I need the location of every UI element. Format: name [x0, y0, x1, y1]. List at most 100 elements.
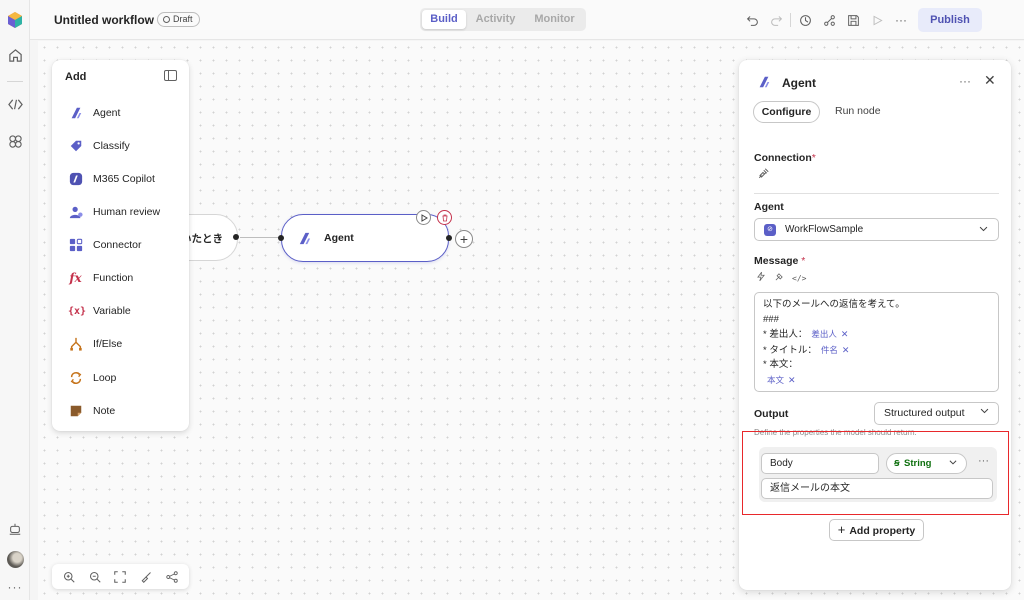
message-line-text: 以下のメールへの返信を考えて。	[763, 299, 905, 310]
zoom-out-icon[interactable]	[87, 569, 103, 585]
code-flow-icon[interactable]	[6, 95, 24, 113]
share-icon[interactable]	[817, 11, 841, 29]
function-icon: fx	[69, 271, 82, 285]
agent-input-port[interactable]	[278, 235, 284, 241]
highlight-box	[742, 431, 1009, 515]
variable-token[interactable]: 本文	[767, 375, 784, 385]
add-item-label: Classify	[93, 140, 130, 152]
add-item-note[interactable]: Note	[68, 401, 115, 421]
add-item-label: Human review	[93, 206, 161, 218]
message-line-text: ###	[763, 313, 779, 325]
save-icon[interactable]	[841, 11, 865, 29]
redo-icon[interactable]	[764, 11, 788, 29]
variable-icon: {x}	[67, 305, 87, 317]
more-icon[interactable]: ···	[6, 578, 24, 596]
zoom-in-icon[interactable]	[61, 569, 77, 585]
agent-icon	[299, 232, 311, 245]
plus-icon: +	[837, 522, 846, 537]
tab-monitor[interactable]: Monitor	[525, 10, 584, 29]
code-icon[interactable]: </>	[792, 274, 806, 283]
add-item-label: Loop	[93, 372, 117, 384]
message-label-text: Message	[754, 255, 799, 267]
close-icon[interactable]: ✕	[984, 72, 996, 89]
add-item-loop[interactable]: Loop	[68, 368, 116, 388]
agent-icon	[759, 76, 770, 88]
tab-build[interactable]: Build	[422, 10, 466, 29]
status-badge: Draft	[157, 12, 200, 27]
add-item-agent[interactable]: Agent	[68, 103, 120, 123]
variable-token[interactable]: 件名	[821, 345, 838, 355]
trigger-output-port[interactable]	[233, 234, 239, 240]
add-item-if-else[interactable]: If/Else	[68, 334, 122, 354]
left-rail: ···	[0, 0, 30, 600]
message-tools: </>	[756, 271, 806, 285]
mode-switcher: Build Activity Monitor	[420, 8, 586, 31]
more-actions-icon[interactable]: ···	[889, 11, 913, 29]
rail-divider	[7, 81, 23, 82]
required-mark: *	[801, 255, 806, 267]
publish-button[interactable]: Publish	[918, 8, 982, 32]
add-item-human-review[interactable]: Human review	[68, 202, 160, 222]
agent-output-port[interactable]	[446, 235, 452, 241]
add-property-label: Add property	[849, 525, 916, 537]
message-label: Message *	[754, 255, 805, 267]
workflow-title[interactable]: Untitled workflow	[54, 13, 154, 27]
add-item-m365-copilot[interactable]: M365 Copilot	[68, 169, 155, 189]
remove-token-icon[interactable]: ✕	[788, 375, 796, 385]
run-node-icon[interactable]	[416, 210, 431, 225]
person-icon	[68, 205, 83, 220]
minimap-icon[interactable]	[164, 569, 180, 585]
toolbar-actions: ···	[740, 11, 913, 29]
library-icon[interactable]	[6, 132, 24, 150]
tab-activity[interactable]: Activity	[466, 10, 525, 29]
remove-token-icon[interactable]: ✕	[842, 345, 850, 355]
add-item-label: Note	[93, 405, 116, 417]
output-label: Output	[754, 408, 789, 420]
message-line-text: * 本文：	[763, 359, 798, 370]
remove-token-icon[interactable]: ✕	[841, 329, 849, 339]
toolbar-divider	[790, 13, 791, 27]
tab-configure[interactable]: Configure	[753, 101, 820, 123]
draft-circle-icon	[163, 16, 170, 23]
play-icon[interactable]	[865, 11, 889, 29]
plug-icon[interactable]	[757, 168, 769, 183]
home-icon[interactable]	[6, 46, 24, 64]
branch-icon	[68, 337, 83, 352]
add-item-function[interactable]: fx Function	[68, 268, 133, 288]
add-item-variable[interactable]: {x} Variable	[68, 301, 131, 321]
add-item-label: Connector	[93, 239, 142, 251]
message-line-text: * 差出人：	[763, 329, 808, 340]
undo-icon[interactable]	[740, 11, 764, 29]
add-panel: Add Agent Classify M365 Copilot Human re…	[52, 60, 189, 431]
delete-node-icon[interactable]	[437, 210, 452, 225]
history-icon[interactable]	[793, 11, 817, 29]
message-textarea[interactable]: 以下のメールへの返信を考えて。 ### * 差出人： 差出人 ✕ * タイトル： 件名…	[754, 292, 999, 392]
output-select[interactable]: Structured output	[874, 402, 999, 425]
add-property-button[interactable]: + Add property	[829, 519, 924, 541]
connection-label-text: Connection	[754, 152, 812, 164]
chevron-down-icon	[979, 403, 990, 424]
add-node-button[interactable]: +	[455, 230, 473, 248]
insert-variable-icon[interactable]	[774, 272, 784, 285]
zoom-toolbar	[52, 564, 189, 589]
variable-token[interactable]: 差出人	[811, 329, 837, 339]
connection-label: Connection*	[754, 152, 816, 164]
message-line: * 差出人： 差出人 ✕	[763, 327, 990, 343]
fit-view-icon[interactable]	[112, 569, 128, 585]
message-line: ###	[763, 313, 990, 328]
tab-run-node[interactable]: Run node	[835, 105, 881, 117]
add-item-label: M365 Copilot	[93, 173, 155, 185]
add-item-connector[interactable]: Connector	[68, 235, 141, 255]
status-badge-label: Draft	[173, 14, 193, 24]
tidy-up-icon[interactable]	[138, 569, 154, 585]
bot-icon[interactable]	[6, 520, 24, 538]
collapse-panel-icon[interactable]	[164, 70, 177, 81]
add-item-label: If/Else	[93, 338, 123, 350]
add-item-classify[interactable]: Classify	[68, 136, 130, 156]
loop-icon	[68, 371, 83, 386]
lightning-icon[interactable]	[756, 271, 766, 285]
copilot-icon	[68, 172, 83, 187]
agent-select[interactable]: ⊘ WorkFlowSample	[754, 218, 999, 241]
avatar[interactable]	[6, 550, 24, 568]
panel-more-icon[interactable]: ···	[959, 74, 971, 88]
